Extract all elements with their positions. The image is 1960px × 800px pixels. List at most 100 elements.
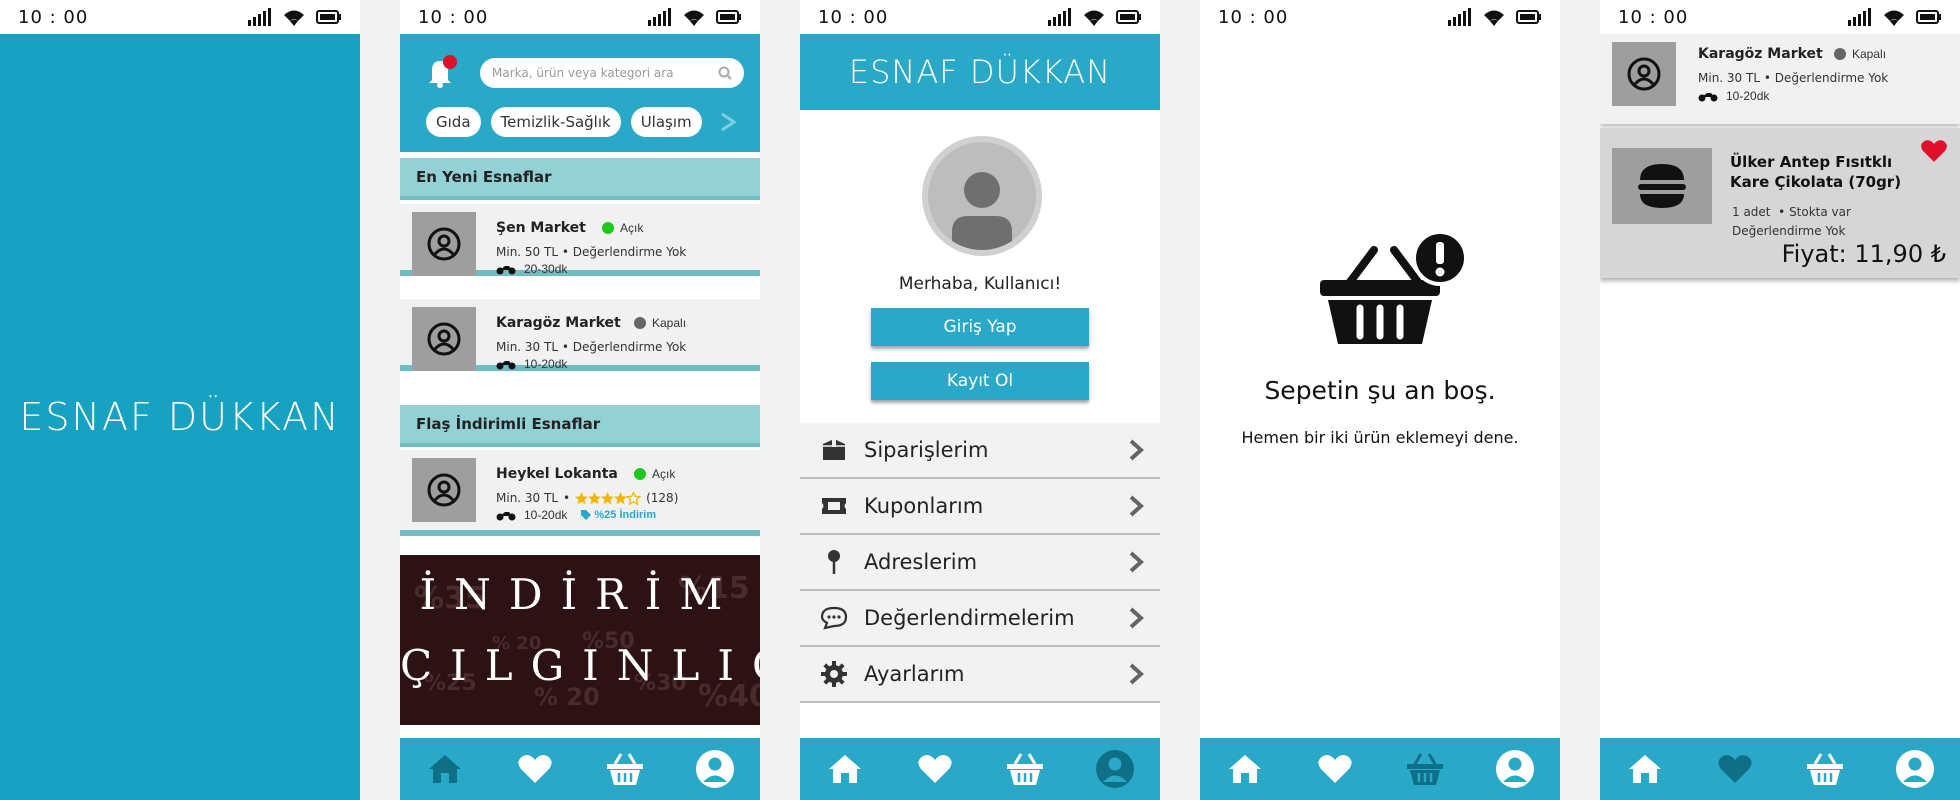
product-price: Fiyat: 11,90 ₺ — [1781, 240, 1946, 268]
shop-name: Heykel Lokanta — [496, 466, 618, 482]
tab-cart[interactable] — [602, 746, 648, 792]
tab-profile[interactable] — [692, 746, 738, 792]
menu-item-addresses[interactable]: Adreslerim — [800, 535, 1160, 591]
shop-info: Min. 30 TL • Değerlendirme Yok — [1698, 71, 1888, 85]
cart-screen: 10 : 00 Sepetin şu an boş. Hemen bir iki… — [1200, 0, 1560, 800]
status-time: 10 : 00 — [18, 6, 89, 28]
tab-home[interactable] — [1622, 746, 1668, 792]
status-bar: 10 : 00 — [0, 0, 360, 34]
promo-title-line2: ÇILGINLIĞI — [400, 641, 760, 690]
promo-banner[interactable]: %35 %15 % 20 %50 %25 %30 % 20 %40 İNDİRİ… — [400, 555, 760, 725]
home-icon — [829, 755, 861, 783]
wifi-icon — [284, 10, 304, 26]
shop-avatar — [412, 212, 476, 276]
shop-status-label: Kapalı — [652, 316, 687, 330]
menu-item-reviews[interactable]: Değerlendirmelerim — [800, 591, 1160, 647]
tab-profile[interactable] — [1892, 746, 1938, 792]
tab-favorites[interactable] — [1712, 746, 1758, 792]
shop-delivery: 10-20dk — [1698, 89, 1769, 103]
status-dot-closed — [634, 317, 646, 329]
tab-profile[interactable] — [1092, 746, 1138, 792]
home-icon — [429, 755, 461, 783]
signal-icon — [248, 8, 271, 26]
profile-icon — [1896, 750, 1934, 788]
status-time: 10 : 00 — [818, 6, 889, 28]
product-name: Ülker Antep Fısıtklı Kare Çikolata (70gr… — [1730, 153, 1902, 191]
login-button[interactable]: Giriş Yap — [871, 308, 1089, 346]
shop-status: Kapalı — [1834, 47, 1886, 61]
product-image — [1612, 148, 1712, 224]
tab-cart[interactable] — [1802, 746, 1848, 792]
shop-info: Min. 30 TL • (128) — [496, 491, 678, 505]
favorite-product-card[interactable]: Ülker Antep Fısıtklı Kare Çikolata (70gr… — [1600, 128, 1960, 278]
menu-item-settings[interactable]: Ayarlarım — [800, 647, 1160, 703]
notification-bell-icon[interactable] — [422, 54, 458, 90]
bottom-tab-bar — [400, 738, 760, 800]
tab-favorites[interactable] — [912, 746, 958, 792]
menu-item-orders[interactable]: Siparişlerim — [800, 423, 1160, 479]
shop-rating: Değerlendirme Yok — [572, 245, 687, 259]
tab-favorites[interactable] — [512, 746, 558, 792]
shop-delivery: 10-20dk %25 İndirim — [496, 508, 656, 522]
tab-cart[interactable] — [1002, 746, 1048, 792]
shop-card[interactable]: Karagöz Market Kapalı Min. 30 TL • Değer… — [400, 299, 760, 371]
section-title-new: En Yeni Esnaflar — [400, 158, 760, 200]
menu-item-coupons[interactable]: Kuponlarım — [800, 479, 1160, 535]
empty-basket-warning-icon — [1320, 230, 1466, 344]
status-time: 10 : 00 — [1618, 6, 1689, 28]
battery-icon — [316, 10, 341, 24]
register-button[interactable]: Kayıt Ol — [871, 362, 1089, 400]
user-circle-icon — [427, 227, 461, 261]
profile-header: ESNAF DÜKKAN — [800, 34, 1160, 110]
signal-icon — [648, 8, 671, 26]
search-icon[interactable] — [718, 66, 732, 80]
signal-icon — [1048, 8, 1071, 26]
menu-label: Değerlendirmelerim — [864, 606, 1075, 630]
chat-bubble-icon — [820, 606, 848, 630]
status-bar: 10 : 00 — [400, 0, 760, 34]
rating-count: (128) — [646, 491, 679, 505]
profile-menu: Siparişlerim Kuponlarım Adreslerim Değer… — [800, 423, 1160, 703]
shop-name: Karagöz Market — [496, 315, 621, 331]
tab-favorites[interactable] — [1312, 746, 1358, 792]
chevron-right-icon[interactable] — [718, 112, 738, 132]
separator-dot: • — [561, 245, 569, 259]
shop-status: Açık — [634, 467, 675, 481]
tab-home[interactable] — [822, 746, 868, 792]
gear-icon — [821, 661, 847, 687]
shop-card[interactable]: Şen Market Açık Min. 50 TL • Değerlendir… — [400, 204, 760, 276]
status-bar: 10 : 00 — [800, 0, 1160, 34]
shop-info: Min. 30 TL • Değerlendirme Yok — [496, 340, 686, 354]
favorite-shop-card[interactable]: Karagöz Market Kapalı Min. 30 TL • Değer… — [1600, 34, 1960, 124]
bottom-tab-bar — [800, 738, 1160, 800]
menu-label: Kuponlarım — [864, 494, 984, 518]
search-bar[interactable] — [480, 58, 744, 88]
tab-cart[interactable] — [1402, 746, 1448, 792]
favorite-heart-icon[interactable] — [1920, 138, 1948, 164]
shop-rating: Değerlendirme Yok — [1774, 71, 1889, 85]
profile-icon — [1096, 750, 1134, 788]
motorcycle-icon — [1698, 93, 1718, 102]
home-screen: 10 : 00 Gıda Temizlik-Sağlık Ulaşım En Y… — [400, 0, 760, 800]
category-chip-ulasim[interactable]: Ulaşım — [630, 107, 702, 137]
pin-icon — [828, 550, 840, 574]
basket-icon — [607, 753, 643, 785]
discount-badge: %25 İndirim — [581, 509, 656, 521]
search-input[interactable] — [492, 66, 718, 80]
ticket-icon — [822, 498, 846, 514]
shop-avatar — [412, 458, 476, 522]
category-chip-gida[interactable]: Gıda — [426, 107, 481, 137]
tab-home[interactable] — [422, 746, 468, 792]
tab-home[interactable] — [1222, 746, 1268, 792]
shop-card[interactable]: Heykel Lokanta Açık Min. 30 TL • (128) 1… — [400, 450, 760, 536]
user-silhouette-icon — [952, 172, 1012, 250]
product-quantity: 1 adet — [1732, 205, 1771, 219]
heart-icon — [1718, 755, 1752, 783]
tab-profile[interactable] — [1492, 746, 1538, 792]
box-icon — [823, 439, 845, 460]
category-chip-temizlik[interactable]: Temizlik-Sağlık — [490, 107, 621, 137]
status-time: 10 : 00 — [418, 6, 489, 28]
chevron-right-icon — [1129, 439, 1144, 461]
signal-icon — [1848, 8, 1871, 26]
status-dot-closed — [1834, 48, 1846, 60]
